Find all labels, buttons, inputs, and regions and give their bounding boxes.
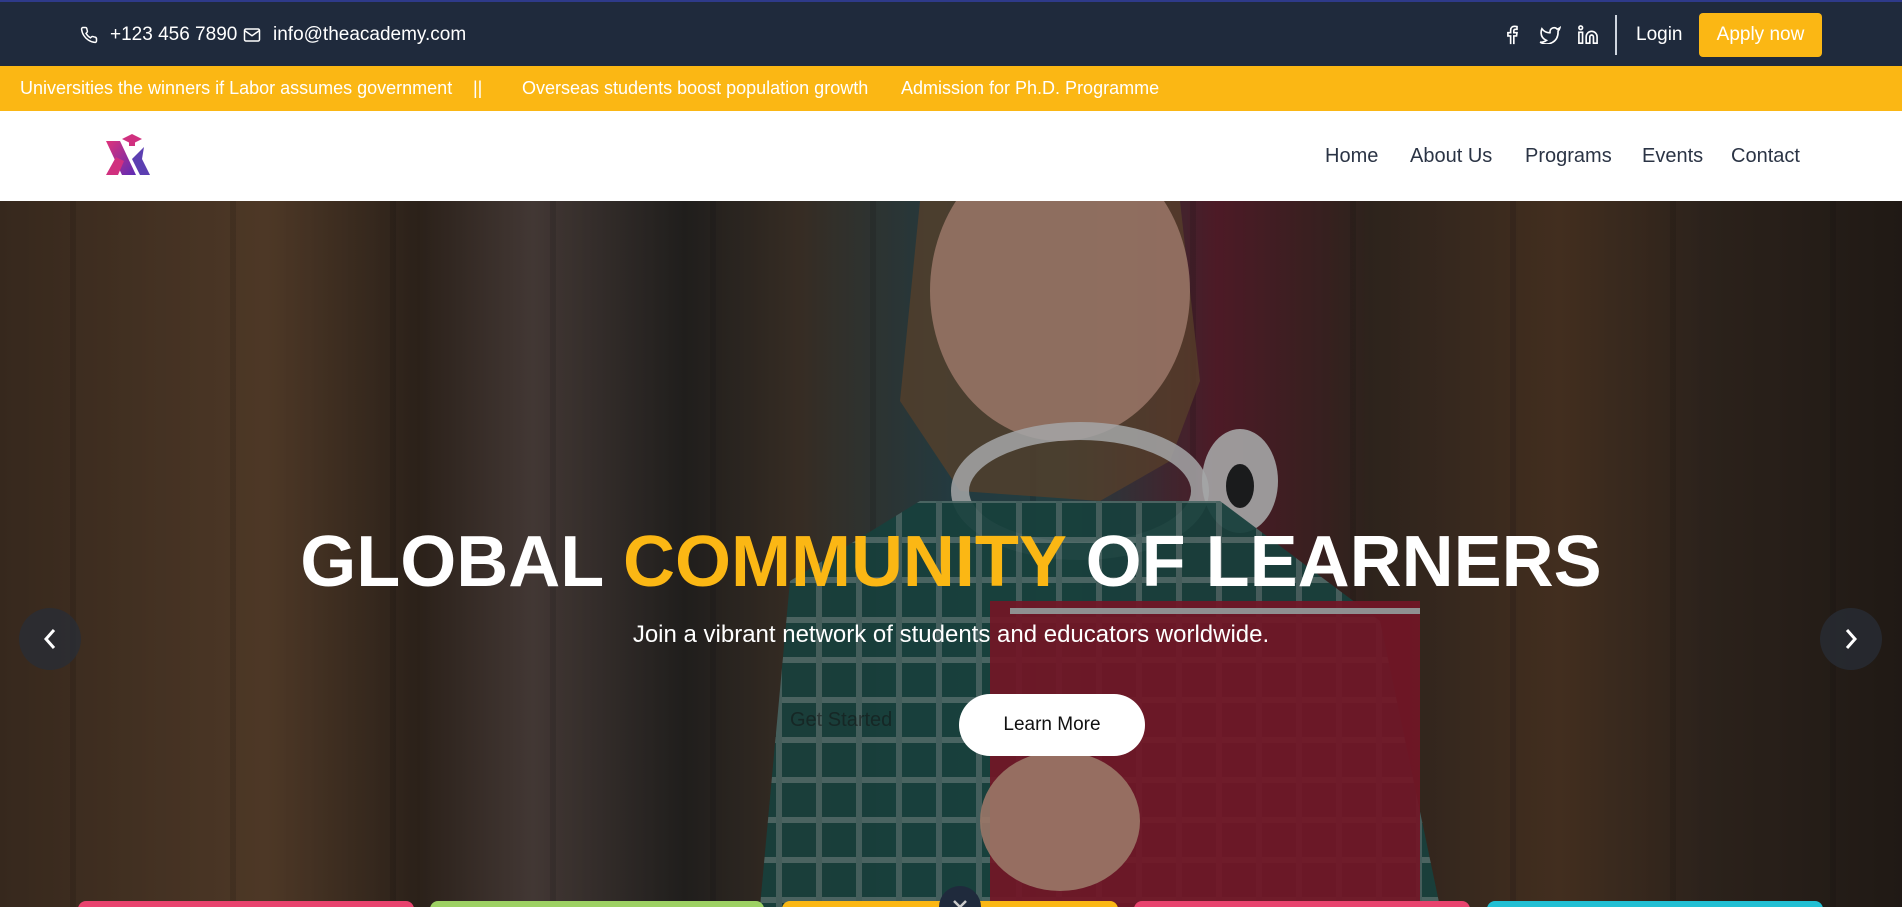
top-bar: +123 456 7890 info@theacademy.com Login … xyxy=(0,0,1902,66)
academy-logo[interactable] xyxy=(102,131,152,181)
feature-card[interactable] xyxy=(1134,901,1470,907)
hero-subtitle: Join a vibrant network of students and e… xyxy=(632,621,1270,648)
hero-title-highlight: COMMUNITY xyxy=(622,522,1066,602)
hero-title-part2: OF LEARNERS xyxy=(1085,522,1602,602)
ticker-separator: || xyxy=(473,78,483,98)
nav-item-programs[interactable]: Programs xyxy=(1525,111,1612,201)
feature-card[interactable] xyxy=(78,901,414,907)
nav-item-about-us[interactable]: About Us xyxy=(1410,111,1492,201)
main-navigation: Home About Us Programs Events Contact xyxy=(0,111,1902,201)
carousel-prev-button[interactable] xyxy=(19,608,81,670)
facebook-icon[interactable] xyxy=(1500,23,1524,47)
chevron-right-icon xyxy=(1845,629,1858,649)
hero-title: GLOBAL COMMUNITY OF LEARNERS xyxy=(0,521,1902,603)
learn-more-button[interactable]: Learn More xyxy=(959,694,1145,756)
get-started-button[interactable]: Get Started xyxy=(790,709,892,732)
feature-card[interactable] xyxy=(1487,901,1823,907)
linkedin-icon[interactable] xyxy=(1576,23,1600,47)
nav-item-home[interactable]: Home xyxy=(1325,111,1378,201)
nav-item-events[interactable]: Events xyxy=(1642,111,1703,201)
apply-now-button[interactable]: Apply now xyxy=(1699,13,1822,57)
nav-item-contact[interactable]: Contact xyxy=(1731,111,1800,201)
phone-number: +123 456 7890 xyxy=(110,24,238,45)
ticker-item[interactable]: Universities the winners if Labor assume… xyxy=(20,66,452,111)
twitter-icon[interactable] xyxy=(1538,23,1562,47)
phone-contact[interactable]: +123 456 7890 xyxy=(80,2,237,68)
feature-card[interactable] xyxy=(430,901,764,907)
ticker-item[interactable]: Overseas students boost population growt… xyxy=(522,66,868,111)
news-ticker: Universities the winners if Labor assume… xyxy=(0,66,1902,111)
email-contact[interactable]: info@theacademy.com xyxy=(243,2,466,68)
social-links xyxy=(1500,2,1600,68)
mail-icon xyxy=(243,28,261,42)
hero-carousel: GLOBAL COMMUNITY OF LEARNERS Join a vibr… xyxy=(0,201,1902,907)
divider xyxy=(1615,15,1617,55)
carousel-next-button[interactable] xyxy=(1820,608,1882,670)
email-address: info@theacademy.com xyxy=(273,24,467,45)
phone-icon xyxy=(80,26,98,44)
login-link[interactable]: Login xyxy=(1636,2,1683,68)
chevron-left-icon xyxy=(43,629,56,649)
hero-title-part1: GLOBAL xyxy=(300,522,603,602)
ticker-item[interactable]: Admission for Ph.D. Programme xyxy=(901,66,1159,111)
